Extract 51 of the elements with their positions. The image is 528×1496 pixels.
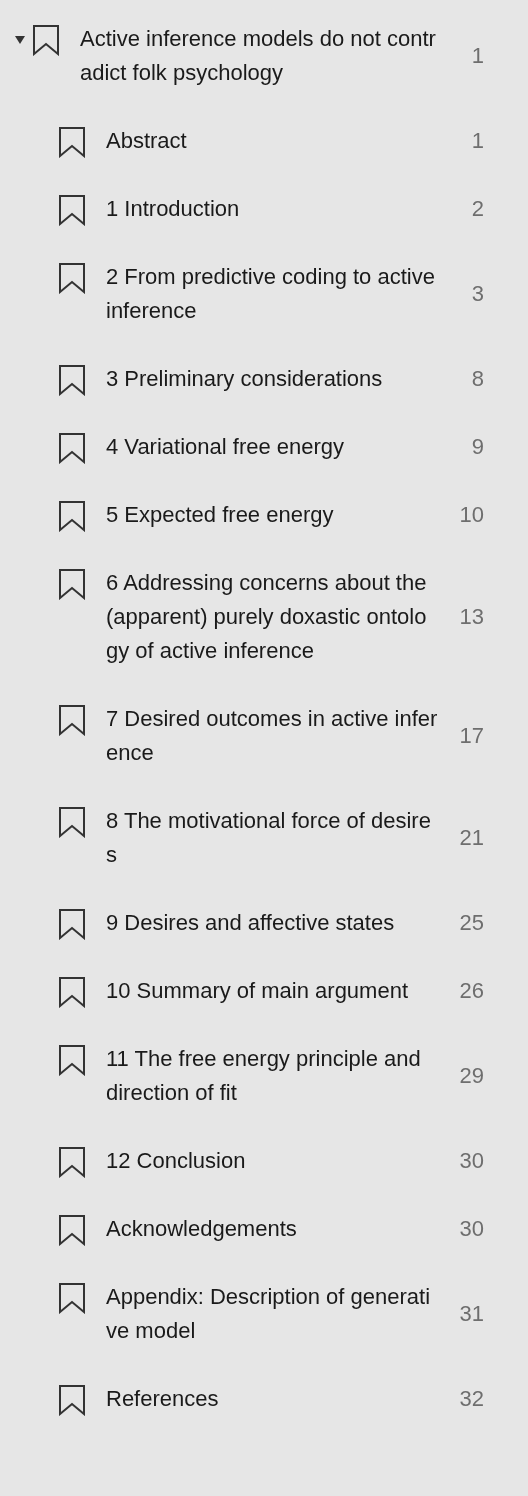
bookmark-icon — [58, 262, 86, 294]
bookmark-icon — [58, 126, 86, 158]
bookmark-icon — [58, 1282, 86, 1314]
page-number: 1 — [470, 127, 484, 155]
bookmark-icon — [58, 1384, 86, 1416]
page-number: 30 — [458, 1215, 484, 1243]
outline-item[interactable]: References — [106, 1382, 448, 1416]
outline-item[interactable]: Acknowledgements — [106, 1212, 448, 1246]
bookmark-icon — [58, 806, 86, 838]
bookmark-icon — [58, 432, 86, 464]
page-number: 17 — [458, 722, 484, 750]
page-number: 25 — [458, 909, 484, 937]
outline-item[interactable]: 5 Expected free energy — [106, 498, 448, 532]
outline-item[interactable]: 8 The motivational force of desires — [106, 804, 448, 872]
bookmark-icon — [32, 24, 60, 56]
bookmark-icon — [58, 908, 86, 940]
outline-item[interactable]: Abstract — [106, 124, 448, 158]
page-number: 1 — [470, 42, 484, 70]
page-number: 26 — [458, 977, 484, 1005]
bookmark-icon — [58, 364, 86, 396]
page-number: 10 — [458, 501, 484, 529]
page-number: 30 — [458, 1147, 484, 1175]
outline-item[interactable]: 1 Introduction — [106, 192, 448, 226]
page-number: 29 — [458, 1062, 484, 1090]
page-number: 21 — [458, 824, 484, 852]
page-number: 13 — [458, 603, 484, 631]
page-number: 3 — [470, 280, 484, 308]
page-number: 8 — [470, 365, 484, 393]
page-number: 31 — [458, 1300, 484, 1328]
page-number: 2 — [470, 195, 484, 223]
outline-item[interactable]: 7 Desired outcomes in active inference — [106, 702, 448, 770]
outline-title[interactable]: Active inference models do not contradict folk psychology — [80, 22, 448, 90]
outline-item[interactable]: 10 Summary of main argument — [106, 974, 448, 1008]
outline-item[interactable]: 6 Addressing concerns about the (apparent) purely doxastic ontology of active inference — [106, 566, 448, 668]
bookmark-icon — [58, 194, 86, 226]
outline-item[interactable]: 12 Conclusion — [106, 1144, 448, 1178]
bookmark-icon — [58, 500, 86, 532]
bookmark-icon — [58, 976, 86, 1008]
outline-item[interactable]: 9 Desires and affective states — [106, 906, 448, 940]
page-number: 32 — [458, 1385, 484, 1413]
page-number: 9 — [470, 433, 484, 461]
outline-item[interactable]: 11 The free energy principle and direction of fit — [106, 1042, 448, 1110]
outline-item[interactable]: 3 Preliminary considerations — [106, 362, 448, 396]
bookmark-icon — [58, 568, 86, 600]
outline-item[interactable]: 2 From predictive coding to active inference — [106, 260, 448, 328]
outline-item[interactable]: Appendix: Description of generative model — [106, 1280, 448, 1348]
bookmark-icon — [58, 704, 86, 736]
outline-item[interactable]: 4 Variational free energy — [106, 430, 448, 464]
bookmark-icon — [58, 1214, 86, 1246]
bookmark-icon — [58, 1146, 86, 1178]
bookmark-icon — [58, 1044, 86, 1076]
